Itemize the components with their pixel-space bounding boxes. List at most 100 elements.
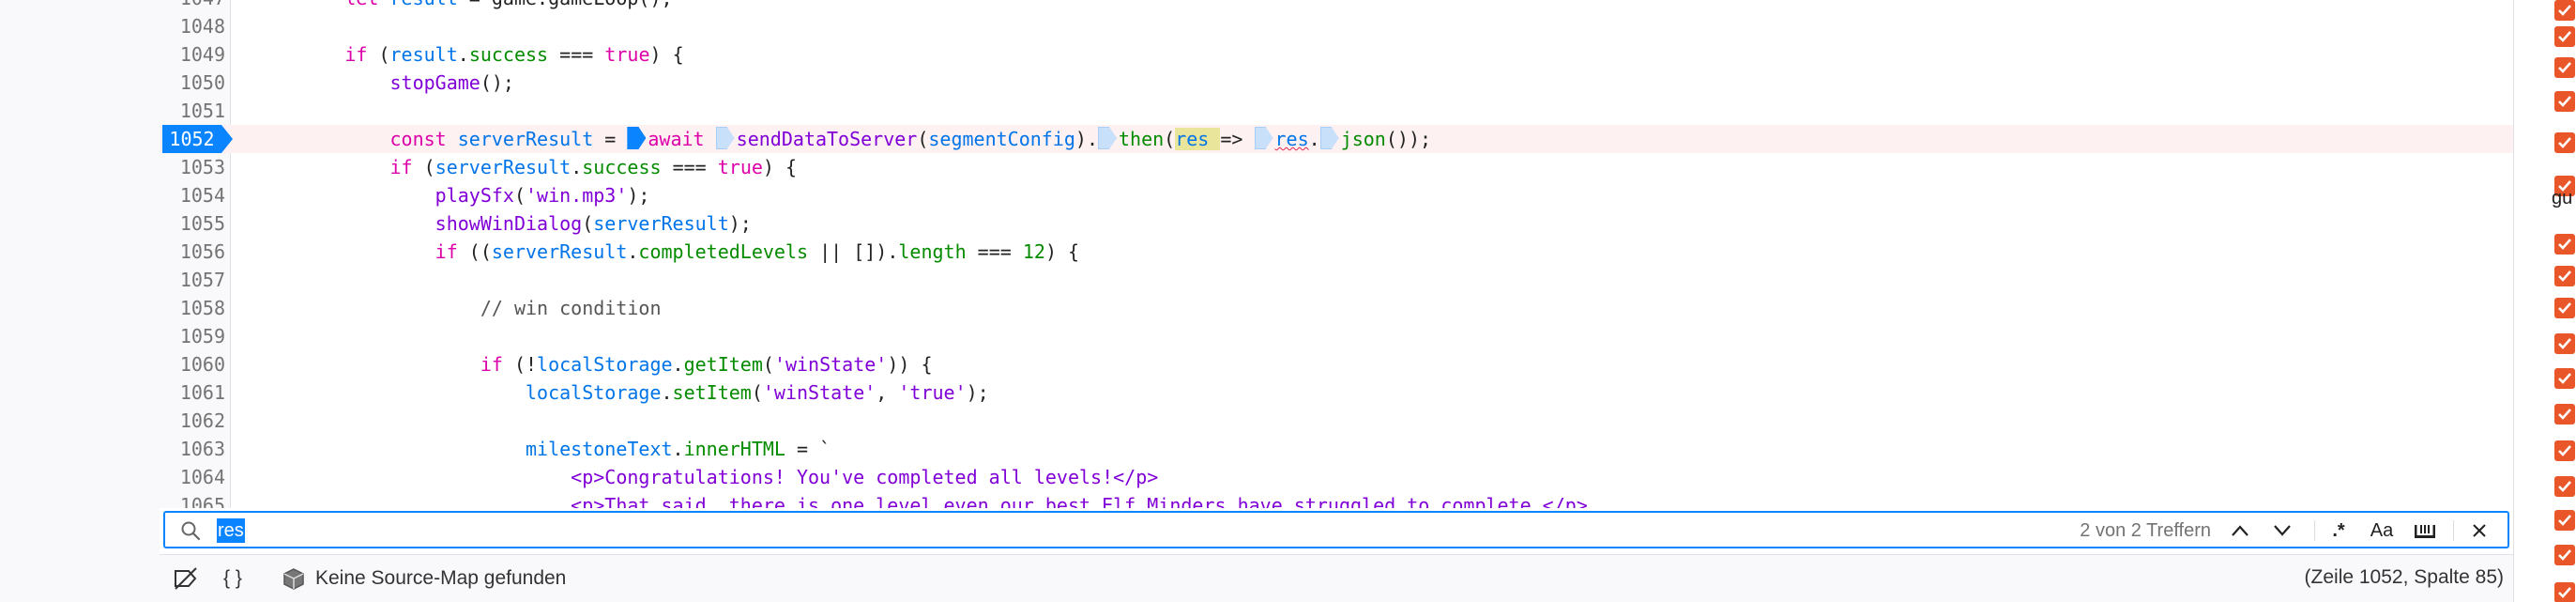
code-line[interactable]: 1058 // win condition xyxy=(160,294,2513,322)
column-breakpoint-icon[interactable] xyxy=(715,127,735,149)
line-number[interactable]: 1063 xyxy=(160,435,225,463)
code-token: . xyxy=(571,156,583,178)
match-case-toggle-button[interactable]: Aa xyxy=(2367,517,2397,545)
code-line[interactable]: 1059 xyxy=(160,322,2513,350)
whole-word-icon xyxy=(2415,525,2435,538)
code-token: . xyxy=(457,43,469,66)
right-panel: gu xyxy=(2514,0,2576,602)
code-token: ) { xyxy=(762,156,798,178)
code-line[interactable]: 1062 xyxy=(160,407,2513,435)
line-number[interactable]: 1060 xyxy=(160,350,225,378)
column-breakpoint-icon[interactable] xyxy=(1098,127,1117,149)
line-number-breakpoint[interactable]: 1052 xyxy=(162,125,233,153)
code-line[interactable]: 1060 if (!localStorage.getItem('winState… xyxy=(160,350,2513,378)
checkmark-icon xyxy=(2558,373,2571,384)
checkmark-icon xyxy=(2558,137,2571,148)
checkbox[interactable] xyxy=(2554,476,2575,497)
line-number[interactable]: 1065 xyxy=(160,491,225,508)
code-line[interactable]: 1050 stopGame(); xyxy=(160,69,2513,97)
code-token: serverResult xyxy=(491,240,628,263)
code-line[interactable]: 1055 showWinDialog(serverResult); xyxy=(160,209,2513,238)
checkmark-icon xyxy=(2558,587,2571,598)
line-number[interactable]: 1047 xyxy=(160,0,225,12)
line-number[interactable]: 1053 xyxy=(160,153,225,181)
next-match-button[interactable] xyxy=(2267,517,2297,545)
code-token: serverResult xyxy=(457,128,594,150)
column-breakpoint-icon[interactable] xyxy=(1254,127,1273,149)
code-token: ) { xyxy=(649,43,684,66)
code-token: // win condition xyxy=(480,297,662,319)
code-line[interactable]: 1064 <p>Congratulations! You've complete… xyxy=(160,463,2513,491)
code-token: result xyxy=(389,43,458,66)
pretty-print-button[interactable]: { } xyxy=(223,564,242,593)
line-number[interactable]: 1059 xyxy=(160,322,225,350)
line-number[interactable]: 1057 xyxy=(160,266,225,294)
checkbox[interactable] xyxy=(2554,298,2575,318)
line-number[interactable]: 1056 xyxy=(160,238,225,266)
line-number[interactable]: 1055 xyxy=(160,209,225,238)
checkbox[interactable] xyxy=(2554,132,2575,153)
code-token: => xyxy=(1220,128,1255,150)
checkbox[interactable] xyxy=(2554,545,2575,565)
checkbox[interactable] xyxy=(2554,266,2575,286)
code-token: ). xyxy=(1075,128,1098,150)
code-line[interactable]: 1056 if ((serverResult.completedLevels |… xyxy=(160,238,2513,266)
column-breakpoint-icon[interactable] xyxy=(1319,127,1339,149)
checkbox[interactable] xyxy=(2554,0,2575,21)
code-line[interactable]: 1057 xyxy=(160,266,2513,294)
close-find-button[interactable] xyxy=(2464,517,2494,545)
checkmark-icon xyxy=(2558,409,2571,420)
code-line[interactable]: 1065 <p>That said, there is one level ev… xyxy=(160,491,2513,508)
line-number[interactable]: 1054 xyxy=(160,181,225,209)
cursor-position[interactable]: (Zeile 1052, Spalte 85) xyxy=(2305,566,2504,589)
code-line[interactable]: 1051 xyxy=(160,97,2513,125)
code-text: localStorage.setItem('winState', 'true')… xyxy=(254,378,989,407)
checkbox[interactable] xyxy=(2554,368,2575,389)
code-line[interactable]: 1054 playSfx('win.mp3'); xyxy=(160,181,2513,209)
code-token: (( xyxy=(457,240,492,263)
line-number[interactable]: 1050 xyxy=(160,69,225,97)
find-bar: res 2 von 2 Treffern .* Aa xyxy=(163,511,2509,548)
divider xyxy=(2314,520,2315,541)
chevron-up-icon xyxy=(2232,525,2248,536)
code-line[interactable]: 1048 xyxy=(160,12,2513,40)
checkbox[interactable] xyxy=(2554,57,2575,78)
code-line[interactable]: 1047 let result = game.gameLoop(); xyxy=(160,0,2513,12)
checkbox[interactable] xyxy=(2554,26,2575,47)
line-number[interactable]: 1064 xyxy=(160,463,225,491)
line-number[interactable]: 1062 xyxy=(160,407,225,435)
code-line[interactable]: 1053 if (serverResult.success === true) … xyxy=(160,153,2513,181)
line-number[interactable]: 1049 xyxy=(160,40,225,69)
code-line[interactable]: 1049 if (result.success === true) { xyxy=(160,40,2513,69)
checkbox[interactable] xyxy=(2554,234,2575,255)
code-token: = xyxy=(593,128,628,150)
checkbox[interactable] xyxy=(2554,510,2575,531)
code-text: if (!localStorage.getItem('winState')) { xyxy=(254,350,933,378)
checkbox[interactable] xyxy=(2554,404,2575,424)
code-line[interactable]: 1052 const serverResult = await sendData… xyxy=(160,125,2513,153)
code-line[interactable]: 1061 localStorage.setItem('winState', 't… xyxy=(160,378,2513,407)
code-token: 'winState' xyxy=(762,381,876,404)
previous-match-button[interactable] xyxy=(2225,517,2255,545)
checkbox[interactable] xyxy=(2554,91,2575,112)
checkbox[interactable] xyxy=(2554,333,2575,354)
checkbox[interactable] xyxy=(2554,582,2575,602)
line-number[interactable]: 1048 xyxy=(160,12,225,40)
line-number[interactable]: 1051 xyxy=(160,97,225,125)
checkbox[interactable] xyxy=(2554,440,2575,461)
code-line[interactable]: 1063 milestoneText.innerHTML = ` xyxy=(160,435,2513,463)
line-number[interactable]: 1061 xyxy=(160,378,225,407)
disable-breakpoints-button[interactable] xyxy=(173,564,199,593)
side-panel-text: gu xyxy=(2552,188,2573,208)
code-editor[interactable]: 1047 let result = game.gameLoop();104810… xyxy=(160,0,2513,508)
sourcemap-button[interactable]: Keine Source-Map gefunden xyxy=(282,564,566,593)
whole-word-toggle-button[interactable] xyxy=(2410,517,2440,545)
code-token: getItem xyxy=(683,353,763,376)
regex-toggle-button[interactable]: .* xyxy=(2324,517,2354,545)
column-breakpoint-icon[interactable] xyxy=(627,127,647,149)
line-number[interactable]: 1058 xyxy=(160,294,225,322)
